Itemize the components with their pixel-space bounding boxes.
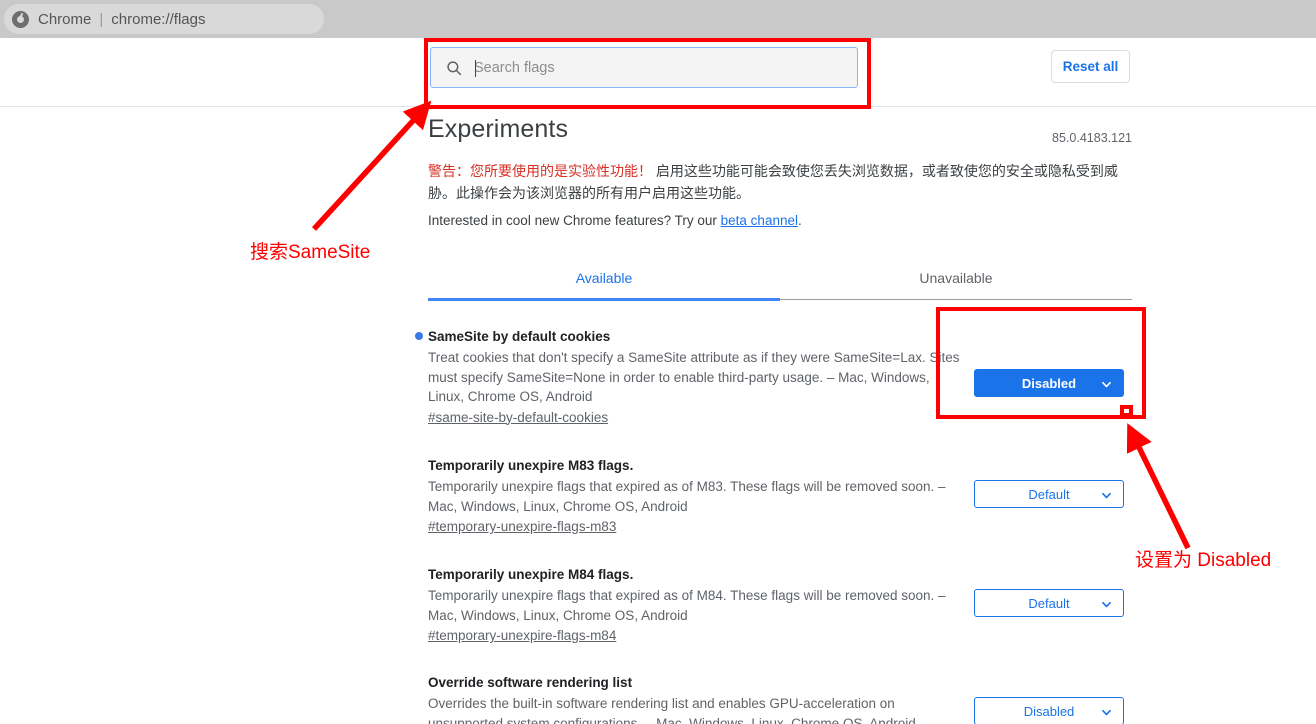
flag-title-label: Temporarily unexpire M83 flags. bbox=[428, 458, 634, 473]
flag-description: Temporarily unexpire flags that expired … bbox=[428, 588, 946, 623]
chrome-version: 85.0.4183.121 bbox=[1052, 131, 1132, 145]
flag-text: SameSite by default cookies Treat cookie… bbox=[415, 327, 962, 427]
chevron-down-icon bbox=[1102, 709, 1111, 716]
flag-state-value: Disabled bbox=[1021, 375, 1077, 391]
chevron-down-icon bbox=[1102, 601, 1111, 608]
flag-entry: Temporarily unexpire M84 flags. Temporar… bbox=[428, 565, 1132, 645]
flag-state-select[interactable]: Default bbox=[974, 480, 1124, 508]
search-input[interactable] bbox=[474, 55, 814, 80]
flag-entry: Override software rendering list Overrid… bbox=[428, 673, 1132, 724]
flag-title: Temporarily unexpire M84 flags. bbox=[428, 565, 962, 584]
flag-state-value: Default bbox=[1028, 486, 1070, 502]
titlebar-app-name: Chrome bbox=[38, 10, 92, 28]
flag-state-select[interactable]: Disabled bbox=[974, 697, 1124, 724]
flag-text: Temporarily unexpire M83 flags. Temporar… bbox=[428, 456, 962, 536]
flag-title-label: SameSite by default cookies bbox=[428, 329, 611, 344]
flag-text: Temporarily unexpire M84 flags. Temporar… bbox=[428, 565, 962, 645]
titlebar-separator: | bbox=[99, 10, 104, 28]
flag-text: Override software rendering list Overrid… bbox=[428, 673, 962, 724]
flag-anchor-link[interactable]: #temporary-unexpire-flags-m83 bbox=[428, 519, 616, 534]
titlebar-url: chrome://flags bbox=[111, 10, 206, 28]
text-caret bbox=[475, 60, 476, 77]
chrome-logo-icon bbox=[12, 10, 29, 28]
flags-header: Reset all bbox=[0, 38, 1316, 107]
experiments-warning: 警告：您所要使用的是实验性功能！ 启用这些功能可能会致使您丢失浏览数据，或者致使… bbox=[428, 160, 1134, 204]
flag-description: Temporarily unexpire flags that expired … bbox=[428, 479, 946, 514]
tab-available[interactable]: Available bbox=[428, 255, 780, 300]
warning-strong: 警告：您所要使用的是实验性功能！ bbox=[428, 163, 652, 179]
flag-anchor-link[interactable]: #same-site-by-default-cookies bbox=[428, 410, 608, 425]
flag-anchor-link[interactable]: #temporary-unexpire-flags-m84 bbox=[428, 628, 616, 643]
flag-description: Overrides the built-in software renderin… bbox=[428, 696, 916, 724]
flag-modified-dot bbox=[415, 332, 423, 340]
beta-channel-link[interactable]: beta channel bbox=[721, 213, 798, 228]
flag-entry: SameSite by default cookies Treat cookie… bbox=[415, 327, 1132, 427]
reset-all-button[interactable]: Reset all bbox=[1051, 50, 1130, 83]
flag-title-label: Temporarily unexpire M84 flags. bbox=[428, 567, 634, 582]
annotation-label-dropdown: 设置为 Disabled bbox=[1135, 550, 1272, 571]
tab-unavailable[interactable]: Unavailable bbox=[780, 255, 1132, 300]
annotation-label-search: 搜索SameSite bbox=[250, 242, 371, 263]
flag-state-select[interactable]: Default bbox=[974, 589, 1124, 617]
window-titlebar: Chrome | chrome://flags bbox=[0, 0, 1316, 38]
beta-prefix: Interested in cool new Chrome features? … bbox=[428, 213, 721, 228]
flag-title: Override software rendering list bbox=[428, 673, 962, 692]
flags-tabs: Available Unavailable bbox=[428, 255, 1132, 300]
flag-entry: Temporarily unexpire M83 flags. Temporar… bbox=[428, 456, 1132, 536]
flag-title: Temporarily unexpire M83 flags. bbox=[428, 456, 962, 475]
beta-suffix: . bbox=[797, 213, 802, 228]
flag-state-select[interactable]: Disabled bbox=[974, 369, 1124, 397]
chevron-down-icon bbox=[1102, 492, 1111, 499]
search-box[interactable] bbox=[430, 47, 858, 88]
search-icon bbox=[447, 60, 462, 75]
flag-title: SameSite by default cookies bbox=[415, 327, 962, 346]
tab-active-indicator bbox=[428, 298, 780, 301]
flag-title-label: Override software rendering list bbox=[428, 675, 633, 690]
flag-state-value: Disabled bbox=[1023, 703, 1075, 719]
flag-state-value: Default bbox=[1028, 595, 1070, 611]
annotation-resize-handle bbox=[1120, 405, 1133, 417]
beta-channel-line: Interested in cool new Chrome features? … bbox=[428, 213, 1132, 228]
titlebar-address-pill: Chrome | chrome://flags bbox=[4, 4, 324, 34]
flag-description: Treat cookies that don't specify a SameS… bbox=[428, 350, 960, 404]
chevron-down-icon bbox=[1102, 381, 1111, 388]
flags-content: Experiments 85.0.4183.121 警告：您所要使用的是实验性功… bbox=[0, 108, 1316, 724]
